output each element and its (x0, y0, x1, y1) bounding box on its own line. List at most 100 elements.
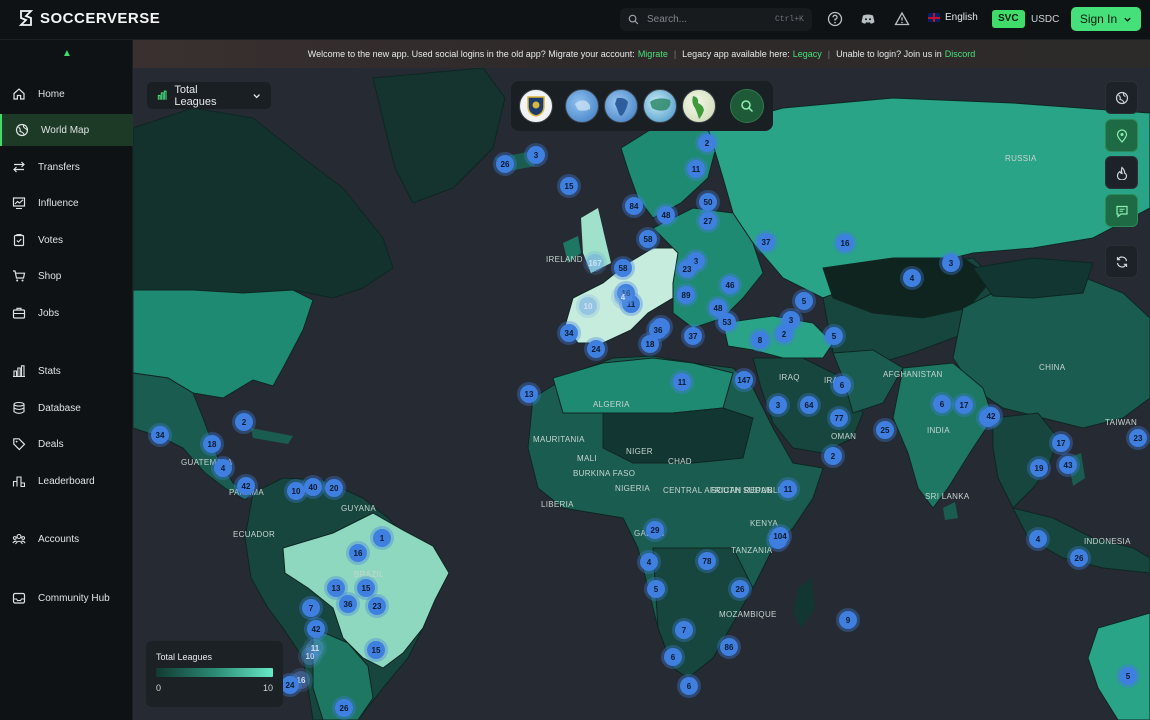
league-count-marker[interactable]: 2 (698, 134, 716, 152)
league-count-marker[interactable]: 6 (664, 648, 682, 666)
league-count-marker[interactable]: 15 (357, 579, 375, 597)
league-count-marker[interactable]: 24 (587, 340, 605, 358)
chat-button[interactable] (1105, 194, 1138, 227)
league-count-marker[interactable]: 26 (1070, 549, 1088, 567)
league-count-marker[interactable]: 4 (214, 459, 232, 477)
league-count-marker[interactable]: 23 (678, 260, 696, 278)
svc-badge[interactable]: SVC (992, 10, 1025, 28)
league-count-marker[interactable]: 17 (1052, 434, 1070, 452)
league-count-marker[interactable]: 23 (1129, 429, 1147, 447)
league-count-marker[interactable]: 5 (825, 327, 843, 345)
league-count-marker[interactable]: 37 (684, 327, 702, 345)
league-count-marker[interactable]: 16 (349, 544, 367, 562)
league-count-marker[interactable]: 5 (1119, 667, 1137, 685)
africa-region-button[interactable] (604, 89, 638, 123)
league-count-marker[interactable]: 3 (942, 254, 960, 272)
league-count-marker[interactable]: 6 (833, 376, 851, 394)
league-count-marker[interactable]: 17 (955, 396, 973, 414)
sign-in-button[interactable]: Sign In (1071, 7, 1141, 31)
league-count-marker[interactable]: 16 (836, 234, 854, 252)
legacy-link[interactable]: Legacy (793, 49, 822, 59)
discord-link[interactable]: Discord (945, 49, 976, 59)
league-count-marker[interactable]: 77 (830, 409, 848, 427)
league-count-marker[interactable]: 3 (769, 396, 787, 414)
league-count-marker[interactable]: 104 (771, 527, 789, 545)
league-count-marker[interactable]: 27 (699, 212, 717, 230)
region-search-button[interactable] (730, 89, 764, 123)
americas-region-button[interactable] (682, 89, 716, 123)
league-count-marker[interactable]: 23 (368, 597, 386, 615)
league-count-marker[interactable]: 42 (982, 407, 1000, 425)
sidebar-item-community-hub[interactable]: Community Hub (0, 582, 133, 614)
league-count-marker[interactable]: 4 (614, 288, 632, 306)
help-icon[interactable] (827, 11, 843, 27)
sidebar-item-stats[interactable]: Stats (0, 355, 133, 387)
sidebar-item-shop[interactable]: Shop (0, 260, 133, 292)
league-count-marker[interactable]: 46 (721, 276, 739, 294)
search-box[interactable]: Ctrl+K (620, 8, 812, 31)
league-count-marker[interactable]: 34 (151, 426, 169, 444)
globe-view-button[interactable] (1105, 81, 1138, 114)
league-count-marker[interactable]: 4 (1029, 530, 1047, 548)
sidebar-item-jobs[interactable]: Jobs (0, 297, 133, 329)
sidebar-item-leaderboard[interactable]: Leaderboard (0, 465, 133, 497)
league-count-marker[interactable]: 5 (795, 292, 813, 310)
crest-region-button[interactable] (519, 89, 553, 123)
league-count-marker[interactable]: 9 (839, 611, 857, 629)
league-count-marker[interactable]: 15 (367, 641, 385, 659)
league-count-marker[interactable]: 50 (699, 193, 717, 211)
league-count-marker[interactable]: 10 (287, 482, 305, 500)
league-count-marker[interactable]: 36 (339, 595, 357, 613)
app-logo[interactable]: SOCCERVERSE (18, 9, 160, 27)
league-count-marker[interactable]: 2 (235, 413, 253, 431)
league-count-marker[interactable]: 6 (933, 395, 951, 413)
league-count-marker[interactable]: 43 (1059, 456, 1077, 474)
sidebar-item-home[interactable]: Home (0, 78, 133, 110)
league-count-marker[interactable]: 13 (520, 385, 538, 403)
league-count-marker[interactable]: 20 (325, 479, 343, 497)
world-map[interactable]: RUSSIA IRELAND IRAN AFGHANISTAN CHINA IN… (133, 68, 1150, 720)
league-count-marker[interactable]: 6 (680, 677, 698, 695)
league-count-marker[interactable]: 1 (373, 529, 391, 547)
league-count-marker[interactable]: 2 (824, 447, 842, 465)
league-count-marker[interactable]: 34 (560, 324, 578, 342)
refresh-button[interactable] (1105, 245, 1138, 278)
map-canvas[interactable] (133, 68, 1150, 720)
league-count-marker[interactable]: 26 (496, 155, 514, 173)
league-count-marker[interactable]: 40 (304, 478, 322, 496)
migrate-link[interactable]: Migrate (638, 49, 668, 59)
league-count-marker[interactable]: 58 (614, 259, 632, 277)
language-selector[interactable]: English (928, 12, 978, 23)
league-count-marker[interactable]: 25 (876, 421, 894, 439)
location-pin-button[interactable] (1105, 119, 1138, 152)
league-count-marker[interactable]: 13 (327, 579, 345, 597)
league-count-marker[interactable]: 19 (1030, 459, 1048, 477)
league-count-marker[interactable]: 42 (237, 477, 255, 495)
league-count-marker[interactable]: 42 (307, 620, 325, 638)
league-count-marker[interactable]: 78 (698, 552, 716, 570)
league-count-marker[interactable]: 37 (757, 233, 775, 251)
league-count-marker[interactable]: 26 (731, 580, 749, 598)
league-count-marker[interactable]: 18 (641, 335, 659, 353)
sidebar-item-influence[interactable]: Influence (0, 187, 133, 219)
sidebar-item-world-map[interactable]: World Map (0, 114, 133, 146)
league-count-marker[interactable]: 26 (335, 699, 353, 717)
europe-region-button[interactable] (565, 89, 599, 123)
league-count-marker[interactable]: 11 (306, 639, 324, 657)
warning-icon[interactable] (894, 11, 910, 27)
league-count-marker[interactable]: 11 (779, 480, 797, 498)
league-count-marker[interactable]: 24 (281, 676, 299, 694)
league-count-marker[interactable]: 11 (687, 160, 705, 178)
league-count-marker[interactable]: 8 (751, 331, 769, 349)
league-count-marker[interactable]: 89 (677, 286, 695, 304)
sidebar-item-accounts[interactable]: Accounts (0, 523, 133, 555)
league-count-marker[interactable]: 167 (586, 254, 604, 272)
search-input[interactable] (647, 14, 767, 25)
league-count-marker[interactable]: 3 (527, 146, 545, 164)
pin-icon[interactable]: ▲ (62, 48, 72, 59)
league-count-marker[interactable]: 147 (735, 371, 753, 389)
league-count-marker[interactable]: 18 (203, 435, 221, 453)
asia-region-button[interactable] (643, 89, 677, 123)
league-count-marker[interactable]: 64 (800, 396, 818, 414)
usdc-label[interactable]: USDC (1031, 14, 1059, 25)
